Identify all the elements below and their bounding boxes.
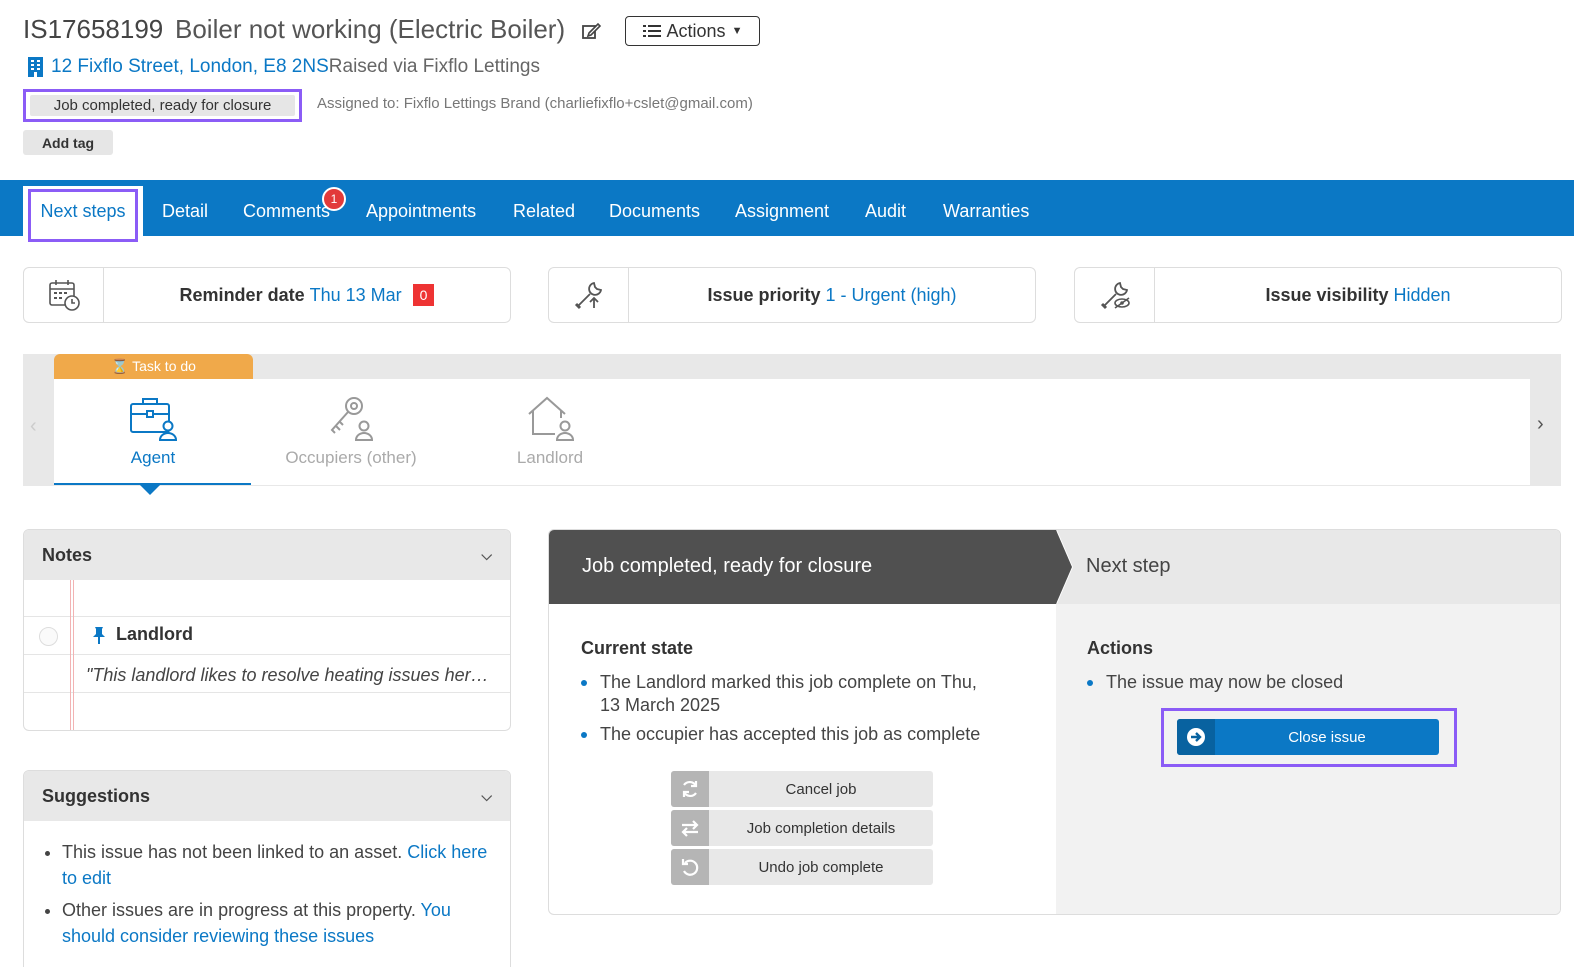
close-issue-button[interactable]: Close issue — [1177, 719, 1439, 755]
suggestions-list: This issue has not been linked to an ass… — [62, 839, 502, 955]
issue-id: IS17658199 — [23, 14, 164, 44]
issue-visibility-card[interactable]: Issue visibility Hidden — [1074, 267, 1562, 323]
calendar-clock-icon — [24, 268, 104, 322]
job-completion-details-button[interactable]: Job completion details — [671, 810, 933, 846]
actions-list: The issue may now be closed — [1087, 671, 1527, 700]
task-to-do-text: Task to do — [132, 358, 196, 374]
undo-job-complete-label: Undo job complete — [758, 858, 884, 876]
tab-documents[interactable]: Documents — [609, 180, 700, 236]
notes-divider — [24, 692, 510, 693]
house-user-icon — [528, 396, 575, 441]
hourglass-icon: ⌛ — [111, 358, 129, 374]
address-row: 12 Fixflo Street, London, E8 2NS Raised … — [27, 56, 540, 78]
step-occupiers[interactable]: Occupiers (other) — [252, 394, 450, 468]
issue-visibility-value: Hidden — [1393, 284, 1451, 305]
stepper-next-arrow[interactable]: › — [1537, 413, 1544, 436]
assigned-to: Assigned to: Fixflo Lettings Brand (char… — [317, 95, 753, 112]
reminder-date-card[interactable]: Reminder date Thu 13 Mar 0 — [23, 267, 511, 323]
undo-job-complete-button[interactable]: Undo job complete — [671, 849, 933, 885]
notes-margin-line — [70, 580, 71, 730]
next-step-header: Next step — [1056, 530, 1560, 604]
tab-detail[interactable]: Detail — [162, 180, 208, 236]
suggestions-title: Suggestions — [42, 785, 151, 806]
issue-visibility-label: Issue visibility — [1265, 284, 1389, 305]
notes-margin-line — [73, 580, 74, 730]
wrench-priority-icon — [549, 268, 629, 322]
current-state-item: The Landlord marked this job complete on… — [581, 671, 1001, 717]
arrow-circle-right-icon — [1177, 719, 1215, 755]
note-select-radio[interactable] — [39, 627, 58, 646]
tab-appointments[interactable]: Appointments — [366, 180, 476, 236]
suggestion-item: This issue has not been linked to an ass… — [62, 839, 502, 891]
suggestion-text: Other issues are in progress at this pro… — [62, 900, 421, 920]
step-occupiers-label: Occupiers (other) — [285, 448, 417, 467]
tab-audit[interactable]: Audit — [865, 180, 906, 236]
tab-warranties[interactable]: Warranties — [943, 180, 1029, 236]
current-state-item: The occupier has accepted this job as co… — [581, 723, 1001, 746]
actions-dropdown-button[interactable]: Actions ▼ — [625, 16, 760, 46]
undo-icon — [671, 849, 709, 885]
reminder-date-label: Reminder date — [179, 284, 305, 305]
current-state-list: The Landlord marked this job complete on… — [581, 671, 1001, 752]
suggestions-panel: Suggestions ⌵ This issue has not been li… — [23, 770, 511, 967]
step-agent[interactable]: Agent — [54, 394, 252, 468]
tab-bar: Next steps Detail Comments Appointments … — [0, 180, 1574, 242]
note-entry-title-text: Landlord — [116, 624, 193, 644]
notes-panel: Notes ⌵ Landlord "This landlord likes to… — [23, 529, 511, 731]
actions-label: Actions — [666, 20, 726, 41]
suggestions-header[interactable]: Suggestions ⌵ — [24, 771, 510, 821]
task-to-do-label: ⌛ Task to do — [54, 354, 253, 379]
chevron-down-icon: ⌵ — [481, 787, 492, 804]
reminder-date-value: Thu 13 Mar — [309, 284, 402, 305]
notes-header[interactable]: Notes ⌵ — [24, 530, 510, 580]
notes-divider — [24, 616, 510, 617]
exchange-icon — [671, 810, 709, 846]
cancel-job-button[interactable]: Cancel job — [671, 771, 933, 807]
status-badge: Job completed, ready for closure — [23, 89, 302, 122]
add-tag-button[interactable]: Add tag — [23, 130, 113, 155]
cancel-job-label: Cancel job — [785, 780, 857, 798]
notes-divider — [24, 654, 510, 655]
edit-icon[interactable] — [580, 20, 602, 42]
actions-title: Actions — [1087, 638, 1154, 658]
raised-via: Raised via Fixflo Lettings — [328, 56, 540, 77]
property-address-link[interactable]: 12 Fixflo Street, London, E8 2NS — [51, 56, 329, 78]
notes-title: Notes — [42, 544, 93, 565]
current-state-title: Current state — [581, 638, 694, 658]
issue-title: Boiler not working (Electric Boiler) — [175, 14, 566, 44]
issue-priority-value: 1 - Urgent (high) — [825, 284, 957, 305]
note-entry-text: "This landlord likes to resolve heating … — [86, 665, 489, 685]
tab-comments[interactable]: Comments — [243, 180, 330, 236]
tab-related[interactable]: Related — [513, 180, 575, 236]
suggestion-text: This issue has not been linked to an ass… — [62, 842, 408, 862]
building-icon — [28, 57, 43, 77]
step-landlord-label: Landlord — [516, 448, 584, 467]
job-completion-details-label: Job completion details — [746, 819, 896, 837]
step-landlord[interactable]: Landlord — [451, 394, 649, 468]
close-issue-label: Close issue — [1288, 728, 1366, 746]
list-icon — [642, 25, 661, 37]
caret-down-icon: ▼ — [731, 25, 743, 37]
comments-count-badge: 1 — [322, 187, 346, 211]
note-entry-title: Landlord — [92, 624, 193, 645]
reminder-count-badge: 0 — [412, 284, 435, 306]
tab-highlight-frame — [28, 189, 138, 242]
refresh-icon — [671, 771, 709, 807]
briefcase-user-icon — [130, 398, 178, 441]
step-agent-label: Agent — [130, 448, 176, 467]
issue-priority-card[interactable]: Issue priority 1 - Urgent (high) — [548, 267, 1036, 323]
chevron-down-icon: ⌵ — [481, 546, 492, 563]
step-agent-caret — [139, 484, 161, 495]
pin-icon — [93, 626, 105, 644]
issue-priority-label: Issue priority — [707, 284, 821, 305]
wrench-eye-icon — [1075, 268, 1155, 322]
tab-assignment[interactable]: Assignment — [735, 180, 829, 236]
status-badge-label: Job completed, ready for closure — [30, 95, 295, 116]
header-arrow — [1056, 530, 1072, 604]
key-user-icon — [330, 397, 374, 441]
stepper-prev-arrow[interactable]: ‹ — [30, 415, 37, 438]
actions-item: The issue may now be closed — [1087, 671, 1527, 694]
current-status-header: Job completed, ready for closure — [549, 530, 1056, 604]
suggestion-item: Other issues are in progress at this pro… — [62, 897, 502, 949]
